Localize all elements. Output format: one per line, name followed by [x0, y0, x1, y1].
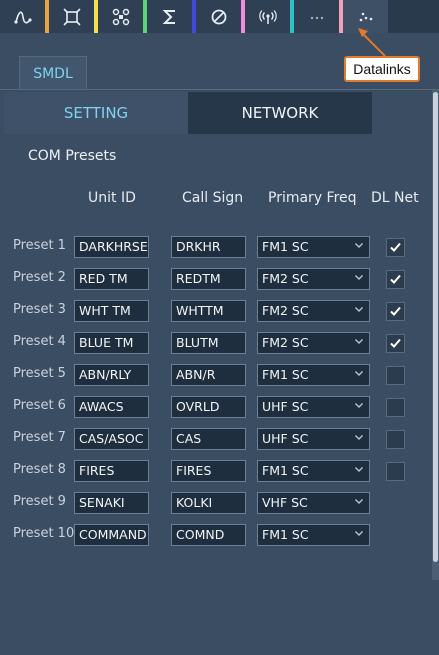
preset-row: Preset 6 AWACS OVRLD UHF SC: [0, 396, 439, 418]
primary-freq-select[interactable]: UHF SC: [257, 396, 370, 418]
primary-freq-select[interactable]: UHF SC: [257, 428, 370, 450]
header-call-sign: Call Sign: [182, 190, 244, 206]
tab-smdl[interactable]: SMDL: [19, 56, 87, 90]
primary-freq-select[interactable]: FM2 SC: [257, 300, 370, 322]
call-sign-field[interactable]: OVRLD: [171, 396, 246, 418]
primary-freq-value: FM2 SC: [262, 335, 309, 350]
unit-id-field[interactable]: WHT TM: [74, 300, 149, 322]
header-unit-id: Unit ID: [88, 190, 136, 206]
unit-id-field[interactable]: ABN/RLY: [74, 364, 149, 386]
com-presets-title: COM Presets: [28, 148, 117, 164]
primary-freq-value: FM1 SC: [262, 463, 309, 478]
unit-id-field[interactable]: SENAKI: [74, 492, 149, 514]
dl-net-checkbox[interactable]: [386, 398, 405, 417]
unit-id-field[interactable]: BLUE TM: [74, 332, 149, 354]
chevron-down-icon: [355, 339, 363, 344]
primary-freq-value: VHF SC: [262, 495, 308, 510]
chevron-down-icon: [355, 467, 363, 472]
chevron-down-icon: [355, 243, 363, 248]
preset-row: Preset 8 FIRES FIRES FM1 SC: [0, 460, 439, 482]
preset-label: Preset 5: [13, 366, 66, 381]
scrollbar-thumb[interactable]: [433, 92, 438, 562]
preset-label: Preset 7: [13, 430, 66, 445]
chevron-down-icon: [355, 275, 363, 280]
preset-label: Preset 6: [13, 398, 66, 413]
primary-freq-value: FM1 SC: [262, 239, 309, 254]
dl-net-checkbox[interactable]: [386, 366, 405, 385]
preset-row: Preset 1 DARKHRSE DRKHR FM1 SC: [0, 236, 439, 258]
primary-freq-value: FM2 SC: [262, 271, 309, 286]
tab-setting[interactable]: SETTING: [4, 92, 188, 134]
chevron-down-icon: [355, 435, 363, 440]
chevron-down-icon: [355, 499, 363, 504]
unit-id-field[interactable]: COMMAND: [74, 524, 149, 546]
call-sign-field[interactable]: COMND: [171, 524, 246, 546]
tab-network[interactable]: NETWORK: [188, 92, 372, 134]
preset-row: Preset 4 BLUE TM BLUTM FM2 SC: [0, 332, 439, 354]
dl-net-checkbox[interactable]: [386, 334, 405, 353]
dl-net-checkbox[interactable]: [386, 270, 405, 289]
header-primary-freq: Primary Freq: [268, 190, 357, 206]
unit-id-field[interactable]: AWACS: [74, 396, 149, 418]
primary-freq-select[interactable]: FM1 SC: [257, 236, 370, 258]
preset-label: Preset 9: [13, 494, 66, 509]
primary-freq-value: FM1 SC: [262, 527, 309, 542]
tab-setting-label: SETTING: [63, 104, 129, 122]
preset-row: Preset 3 WHT TM WHTTM FM2 SC: [0, 300, 439, 322]
chevron-down-icon: [355, 307, 363, 312]
preset-row: Preset 2 RED TM REDTM FM2 SC: [0, 268, 439, 290]
primary-freq-select[interactable]: FM2 SC: [257, 268, 370, 290]
preset-row: Preset 10 COMMAND COMND FM1 SC: [0, 524, 439, 546]
dl-net-checkbox[interactable]: [386, 238, 405, 257]
call-sign-field[interactable]: REDTM: [171, 268, 246, 290]
unit-id-field[interactable]: DARKHRSE: [74, 236, 149, 258]
primary-freq-select[interactable]: FM2 SC: [257, 332, 370, 354]
datalinks-callout: Datalinks: [344, 56, 420, 82]
primary-freq-select[interactable]: VHF SC: [257, 492, 370, 514]
preset-label: Preset 3: [13, 302, 66, 317]
dl-net-checkbox[interactable]: [386, 302, 405, 321]
chevron-down-icon: [355, 371, 363, 376]
checkmark-icon: [390, 274, 401, 284]
call-sign-field[interactable]: ABN/R: [171, 364, 246, 386]
tab-network-label: NETWORK: [241, 104, 319, 122]
primary-freq-value: FM2 SC: [262, 303, 309, 318]
unit-id-field[interactable]: RED TM: [74, 268, 149, 290]
checkmark-icon: [390, 338, 401, 348]
primary-freq-select[interactable]: FM1 SC: [257, 364, 370, 386]
preset-label: Preset 8: [13, 462, 66, 477]
callout-label: Datalinks: [353, 61, 411, 77]
preset-label: Preset 1: [13, 238, 66, 253]
unit-id-field[interactable]: FIRES: [74, 460, 149, 482]
call-sign-field[interactable]: CAS: [171, 428, 246, 450]
call-sign-field[interactable]: WHTTM: [171, 300, 246, 322]
call-sign-field[interactable]: BLUTM: [171, 332, 246, 354]
header-dl-net: DL Net: [371, 190, 419, 206]
preset-label: Preset 4: [13, 334, 66, 349]
primary-freq-select[interactable]: FM1 SC: [257, 460, 370, 482]
call-sign-field[interactable]: FIRES: [171, 460, 246, 482]
primary-freq-value: FM1 SC: [262, 367, 309, 382]
primary-freq-value: UHF SC: [262, 431, 309, 446]
dl-net-checkbox[interactable]: [386, 430, 405, 449]
call-sign-field[interactable]: DRKHR: [171, 236, 246, 258]
tab-smdl-label: SMDL: [33, 65, 73, 82]
preset-row: Preset 5 ABN/RLY ABN/R FM1 SC: [0, 364, 439, 386]
primary-freq-value: UHF SC: [262, 399, 309, 414]
chevron-down-icon: [355, 403, 363, 408]
preset-label: Preset 10: [13, 526, 75, 541]
primary-freq-select[interactable]: FM1 SC: [257, 524, 370, 546]
preset-row: Preset 7 CAS/ASOC CAS UHF SC: [0, 428, 439, 450]
chevron-down-icon: [355, 531, 363, 536]
checkmark-icon: [390, 242, 401, 252]
preset-label: Preset 2: [13, 270, 66, 285]
checkmark-icon: [390, 306, 401, 316]
preset-row: Preset 9 SENAKI KOLKI VHF SC: [0, 492, 439, 514]
unit-id-field[interactable]: CAS/ASOC: [74, 428, 149, 450]
dl-net-checkbox[interactable]: [386, 462, 405, 481]
call-sign-field[interactable]: KOLKI: [171, 492, 246, 514]
tab-divider: [0, 89, 439, 90]
